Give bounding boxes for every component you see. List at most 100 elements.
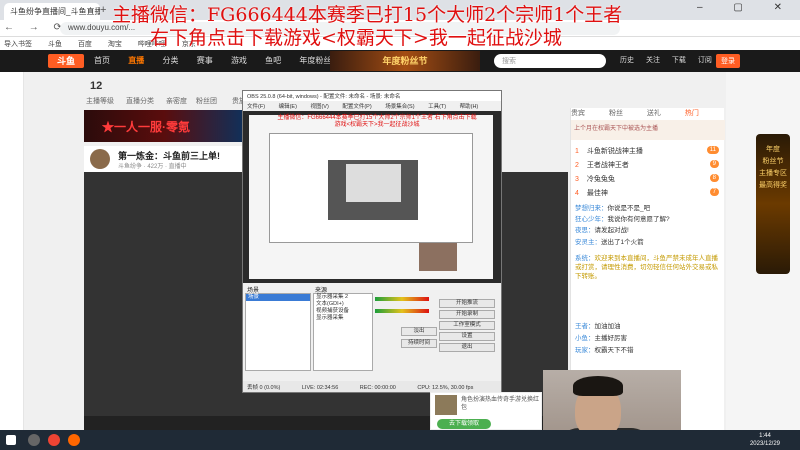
stream-overlay-line2: 右下角点击下载游戏<权霸天下>我一起征战沙城 xyxy=(150,27,562,49)
obs-menu-item[interactable]: 文件(F) xyxy=(247,104,265,110)
clock-time: 1:44 xyxy=(759,433,771,439)
obs-icon[interactable] xyxy=(28,434,40,446)
header-link[interactable]: 关注 xyxy=(646,57,660,64)
browser-icon[interactable] xyxy=(48,434,60,446)
download-button[interactable]: 去下载领取 xyxy=(437,419,491,429)
stat-label[interactable]: 亲密度 xyxy=(166,96,187,106)
header-link[interactable]: 历史 xyxy=(620,57,634,64)
rank-row[interactable]: 2 王者战神王者 9 xyxy=(571,158,725,172)
source-item[interactable]: 文本(GDI+) xyxy=(314,301,372,308)
nav-item[interactable]: 首页 xyxy=(94,56,110,65)
source-item[interactable]: 显示器采集 xyxy=(314,315,372,322)
login-button[interactable]: 登录 xyxy=(716,54,740,68)
chat-text: 权霸天下不错 xyxy=(594,347,634,354)
obs-menu-item[interactable]: 视图(V) xyxy=(310,104,328,110)
rank-badge: 8 xyxy=(709,174,719,182)
source-item[interactable]: 视频捕获设备 xyxy=(314,308,372,315)
clock[interactable]: 1:44 2023/12/29 xyxy=(750,432,780,448)
rank-name: 冷兔兔兔 xyxy=(586,176,615,183)
search-input[interactable]: 搜索 xyxy=(494,54,606,68)
studio-mode-button[interactable]: 工作室模式 xyxy=(439,321,495,330)
obs-preview[interactable]: 主播微信：FG666444本赛季已打15个大师2个宗师1个王者 右下角点击下载游… xyxy=(243,111,501,283)
rank-row[interactable]: 1 斗鱼新锐战神主播 11 xyxy=(571,144,725,158)
rank-row[interactable]: 3 冷兔兔兔 8 xyxy=(571,172,725,186)
audio-meter[interactable] xyxy=(375,309,429,313)
chat-ad[interactable]: 上个月在权霸天下中被选为主播 xyxy=(571,120,725,140)
promo-banner[interactable]: ★一人一服·零氪 xyxy=(84,110,244,142)
nested-webcam xyxy=(419,243,457,271)
scene-item[interactable]: 场景 xyxy=(246,294,310,301)
chat-user[interactable]: 安灵主： xyxy=(575,239,601,246)
obs-menu-item[interactable]: 帮助(H) xyxy=(460,104,479,110)
source-item[interactable]: 显示器采集 2 xyxy=(314,294,372,301)
bookmark-item[interactable]: 百度 xyxy=(78,41,92,48)
scenes-list[interactable]: 场景 xyxy=(245,293,311,371)
browser-tab[interactable]: 斗鱼纷争直播间_斗鱼直播_虎 xyxy=(4,3,100,20)
obs-menu-item[interactable]: 工具(T) xyxy=(428,104,446,110)
firefox-icon[interactable] xyxy=(68,434,80,446)
start-icon[interactable] xyxy=(6,435,16,445)
obs-title: OBS 25.0.8 (64-bit, windows) - 配置文件: 未命名… xyxy=(243,91,501,101)
bookmark-item[interactable]: 斗鱼 xyxy=(48,41,62,48)
obs-menu-item[interactable]: 场景集合(S) xyxy=(385,104,414,110)
chat-user[interactable]: 小鱼： xyxy=(575,335,595,342)
chat-user[interactable]: 梦想归来： xyxy=(575,205,608,212)
chat-message: 梦想归来：你说是不是_吧 xyxy=(575,204,721,213)
tab-fans[interactable]: 粉丝 xyxy=(609,110,623,117)
header-link[interactable]: 下载 xyxy=(672,57,686,64)
obs-controls: 场景 场景 来源 显示器采集 2 文本(GDI+) 视频捕获设备 显示器采集 淡… xyxy=(243,283,501,381)
chat-user[interactable]: 玩家： xyxy=(575,347,595,354)
nested-overlay-text: 主播微信：FG666444本赛季已打15个大师2个宗师1个王者 右下角点击下载游… xyxy=(277,115,477,128)
header-link[interactable]: 订阅 xyxy=(698,57,712,64)
chat-message: 夜思：请发起对战! xyxy=(575,226,721,235)
stat-label[interactable]: 直播分类 xyxy=(126,96,154,106)
rank-number: 4 xyxy=(575,190,579,197)
shop-card[interactable]: 角色扮演热血传奇手游兑换红包 去下载领取 xyxy=(430,392,542,430)
obs-menu-item[interactable]: 编辑(E) xyxy=(279,104,297,110)
tab-hot[interactable]: 热门 xyxy=(685,110,699,117)
nav-item[interactable]: 游戏 xyxy=(231,56,247,65)
nav-item[interactable]: 鱼吧 xyxy=(265,56,281,65)
nested-obs-inner xyxy=(346,164,401,202)
douyu-logo[interactable]: 斗鱼 xyxy=(48,54,84,68)
bookmark-item[interactable]: 淘宝 xyxy=(108,41,122,48)
stat-label[interactable]: 主播等级 xyxy=(86,96,114,106)
chat-user[interactable]: 夜思： xyxy=(575,227,595,234)
tab-gifts[interactable]: 送礼 xyxy=(647,110,661,117)
stream-info: 第一炼金：斗鱼前三上单! 斗鱼纷争 · 422万 · 直播中 xyxy=(84,146,244,172)
exit-button[interactable]: 退出 xyxy=(439,343,495,352)
bookmark-item[interactable]: 导入书签 xyxy=(4,41,32,48)
nav-item[interactable]: 赛事 xyxy=(197,56,213,65)
start-recording-button[interactable]: 开始录制 xyxy=(439,310,495,319)
widget-line: 最高得奖 xyxy=(759,182,787,189)
chat-text: 主播好厉害 xyxy=(594,335,628,342)
new-tab-icon[interactable]: + xyxy=(100,4,106,16)
obs-window[interactable]: OBS 25.0.8 (64-bit, windows) - 配置文件: 未命名… xyxy=(242,90,502,393)
fan-festival-widget[interactable]: 年度 粉丝节 主播专区 最高得奖 xyxy=(756,134,790,274)
widget-line: 主播专区 xyxy=(759,170,787,177)
site-nav: 首页 直播 分类 赛事 游戏 鱼吧 年度粉丝节 xyxy=(94,55,355,66)
settings-button[interactable]: 设置 xyxy=(439,332,495,341)
chat-tabs: 贵宾 粉丝 送礼 热门 xyxy=(571,108,725,120)
nav-item[interactable]: 直播 xyxy=(128,56,144,65)
sources-list[interactable]: 显示器采集 2 文本(GDI+) 视频捕获设备 显示器采集 xyxy=(313,293,373,371)
system-message: 系统：欢迎来到本直播间，斗鱼严禁未成年人直播或打赏，请理性消费，切勿轻信任何站外… xyxy=(575,254,721,318)
rank-number: 1 xyxy=(575,148,579,155)
fan-festival-banner[interactable]: 年度粉丝节 xyxy=(330,51,480,71)
rank-row[interactable]: 4 最佳神 7 xyxy=(571,186,725,200)
stat-label[interactable]: 粉丝团 xyxy=(196,96,217,106)
rank-badge: 11 xyxy=(706,146,719,154)
nav-item[interactable]: 分类 xyxy=(162,56,178,65)
chat-user[interactable]: 王者： xyxy=(575,323,595,330)
window-controls[interactable]: – ▢ ✕ xyxy=(697,2,796,13)
duration-button[interactable]: 持续时间 xyxy=(401,339,437,348)
tab-guests[interactable]: 贵宾 xyxy=(571,110,585,117)
transition-button[interactable]: 淡出 xyxy=(401,327,437,336)
nav-buttons[interactable]: ← → ⟳ xyxy=(4,22,68,33)
avatar[interactable] xyxy=(90,149,110,169)
obs-menu-item[interactable]: 配置文件(P) xyxy=(342,104,371,110)
audio-meter[interactable] xyxy=(375,297,429,301)
start-streaming-button[interactable]: 开始推流 xyxy=(439,299,495,308)
chat-user[interactable]: 狂心少年： xyxy=(575,216,608,223)
shop-image xyxy=(435,395,457,415)
